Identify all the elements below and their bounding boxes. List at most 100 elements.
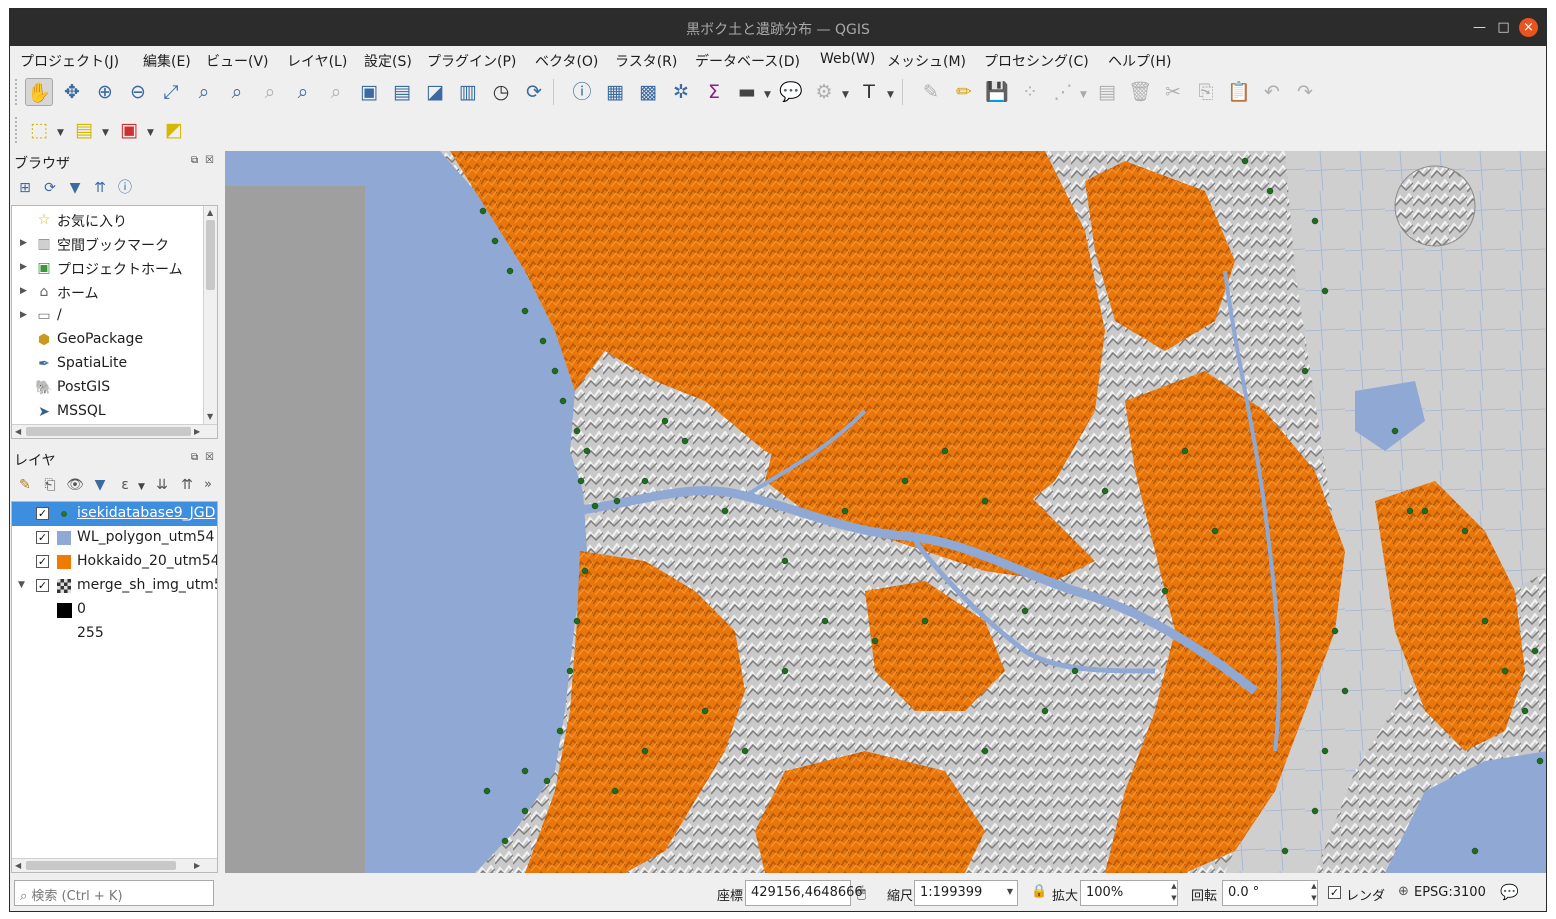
browser-item-project-home[interactable]: ▶ ▣ プロジェクトホーム	[12, 256, 217, 280]
deselect-dropdown-icon[interactable]: ▼	[147, 128, 154, 138]
lock-scale-icon[interactable]: 🔒	[1031, 884, 1047, 899]
close-icon[interactable]: ×	[1519, 18, 1538, 37]
vertex-dropdown-icon[interactable]: ▼	[1080, 90, 1087, 100]
scroll-right-icon[interactable]: ▶	[194, 861, 200, 870]
browser-item-spatial-bookmarks[interactable]: ▶ ▥ 空間ブックマーク	[12, 232, 217, 256]
scroll-left-icon[interactable]: ◀	[15, 861, 21, 870]
browser-item-geopackage[interactable]: ⬢ GeoPackage	[12, 328, 217, 352]
collapse-all-icon[interactable]: ⇈	[91, 179, 109, 197]
zoom-next-icon[interactable]: ⌕	[322, 78, 350, 106]
expand-arrow-icon[interactable]: ▶	[20, 310, 27, 320]
modify-attributes-icon[interactable]: ▤	[1093, 78, 1121, 106]
browser-item-home[interactable]: ▶ ⌂ ホーム	[12, 280, 217, 304]
menu-plugins[interactable]: プラグイン(P)	[427, 51, 516, 71]
redo-icon[interactable]: ↷	[1291, 78, 1319, 106]
menu-vector[interactable]: ベクタ(O)	[535, 51, 598, 71]
layer-visibility-checkbox[interactable]: ✓	[36, 579, 49, 592]
select-value-dropdown-icon[interactable]: ▼	[102, 128, 109, 138]
scale-combobox[interactable]: 1:199399 ▼	[914, 880, 1018, 906]
locator-dropdown-icon[interactable]: ▼	[842, 90, 849, 100]
zoom-full-icon[interactable]: ⤢	[157, 78, 185, 106]
cut-features-icon[interactable]: ✂	[1159, 78, 1187, 106]
menu-web[interactable]: Web(W)	[820, 51, 875, 67]
crs-button[interactable]: EPSG:3100	[1414, 885, 1486, 900]
browser-item-mssql[interactable]: ➤ MSSQL	[12, 400, 217, 424]
magnifier-field[interactable]: 100%	[1080, 880, 1178, 906]
expand-arrow-icon[interactable]: ▶	[20, 262, 27, 272]
properties-icon[interactable]: ⓘ	[116, 179, 134, 197]
add-group-icon[interactable]: ⎗	[41, 476, 59, 494]
layer-item-wl-polygon[interactable]: ✓ WL_polygon_utm54	[12, 526, 217, 550]
paste-features-icon[interactable]: 📋	[1225, 78, 1253, 106]
statistics-icon[interactable]: ✲	[667, 78, 695, 106]
browser-item-spatialite[interactable]: ✒ SpatiaLite	[12, 352, 217, 376]
scale-dropdown-icon[interactable]: ▼	[1007, 887, 1013, 896]
layer-visibility-checkbox[interactable]: ✓	[36, 531, 49, 544]
select-by-value-icon[interactable]: ▤	[70, 116, 98, 144]
render-checkbox[interactable]: ✓	[1328, 886, 1341, 899]
locator-icon[interactable]: ⚙	[810, 78, 838, 106]
digitize-icon[interactable]: ✎	[917, 78, 945, 106]
filter-legend-icon[interactable]: ▼	[91, 476, 109, 494]
menu-layer[interactable]: レイヤ(L)	[287, 51, 347, 71]
minimize-icon[interactable]: —	[1470, 18, 1489, 37]
attribute-table-icon[interactable]: ▦	[601, 78, 629, 106]
menu-view[interactable]: ビュー(V)	[206, 51, 269, 71]
field-calculator-icon[interactable]: ▩	[634, 78, 662, 106]
collapse-all-icon[interactable]: ⇈	[178, 476, 196, 494]
layers-horizontal-scrollbar[interactable]: ◀ ▶	[12, 858, 217, 872]
scroll-thumb[interactable]	[26, 427, 191, 436]
text-annotation-icon[interactable]: T	[855, 78, 883, 106]
layer-visibility-checkbox[interactable]: ✓	[36, 555, 49, 568]
panel-float-icon[interactable]: ⧉	[191, 155, 198, 166]
scroll-thumb[interactable]	[206, 220, 215, 290]
zoom-out-icon[interactable]: ⊖	[124, 78, 152, 106]
messages-icon[interactable]: 💬	[1500, 883, 1519, 901]
identify-icon[interactable]: ⓘ	[568, 78, 596, 106]
menu-mesh[interactable]: メッシュ(M)	[887, 51, 966, 71]
add-feature-icon[interactable]: ⁘	[1016, 78, 1044, 106]
scroll-left-icon[interactable]: ◀	[15, 427, 21, 436]
menu-settings[interactable]: 設定(S)	[364, 51, 412, 71]
filter-icon[interactable]: ▼	[66, 179, 84, 197]
panel-float-icon[interactable]: ⧉	[191, 452, 198, 463]
scroll-up-icon[interactable]: ▲	[207, 208, 213, 217]
scroll-right-icon[interactable]: ▶	[194, 427, 200, 436]
browser-horizontal-scrollbar[interactable]: ◀ ▶	[12, 424, 217, 438]
rotation-spin-icon[interactable]: ▲ ▼	[1308, 880, 1320, 906]
browser-item-favorites[interactable]: ☆ お気に入り	[12, 208, 217, 232]
add-selected-layers-icon[interactable]: ⊞	[16, 179, 34, 197]
more-tools-icon[interactable]: »	[204, 477, 212, 492]
map-render[interactable]	[225, 151, 1547, 873]
globe-icon[interactable]: ⊕	[1398, 884, 1409, 899]
select-location-icon[interactable]: ◩	[160, 116, 188, 144]
panel-close-icon[interactable]: ☒	[205, 452, 214, 463]
zoom-to-layer-icon[interactable]: ⌕	[223, 78, 251, 106]
refresh-icon[interactable]: ⟳	[520, 78, 548, 106]
edit-pencil-icon[interactable]: ✏	[950, 78, 978, 106]
zoom-in-icon[interactable]: ⊕	[91, 78, 119, 106]
browser-vertical-scrollbar[interactable]: ▲ ▼	[203, 206, 217, 424]
vertex-tool-icon[interactable]: ⋰	[1049, 78, 1077, 106]
map-canvas[interactable]	[225, 151, 1547, 873]
coordinate-field[interactable]: 429156,4648666	[745, 880, 863, 906]
menu-processing[interactable]: プロセシング(C)	[984, 51, 1089, 71]
show-bookmarks-icon[interactable]: ▤	[388, 78, 416, 106]
layer-visibility-checkbox[interactable]: ✓	[36, 507, 49, 520]
copy-features-icon[interactable]: ⎘	[1192, 78, 1220, 106]
magnifier-spin-icon[interactable]: ▲ ▼	[1168, 880, 1180, 906]
zoom-to-selection-icon[interactable]: ⌕	[190, 78, 218, 106]
filter-expression-icon[interactable]: ε	[116, 476, 134, 494]
new-3d-view-icon[interactable]: ▥	[454, 78, 482, 106]
select-dropdown-icon[interactable]: ▼	[57, 128, 64, 138]
menu-raster[interactable]: ラスタ(R)	[615, 51, 677, 71]
undo-icon[interactable]: ↶	[1258, 78, 1286, 106]
expand-arrow-icon[interactable]: ▶	[20, 286, 27, 296]
layer-item-isekidatabase[interactable]: ✓ isekidatabase9_JGD	[12, 502, 217, 526]
expand-all-icon[interactable]: ⇊	[153, 476, 171, 494]
expand-arrow-icon[interactable]: ▶	[20, 238, 27, 248]
refresh-icon[interactable]: ⟳	[41, 179, 59, 197]
manage-visibility-icon[interactable]: 👁	[66, 476, 84, 494]
scroll-down-icon[interactable]: ▼	[207, 412, 213, 421]
style-manager-icon[interactable]: ✎	[16, 476, 34, 494]
